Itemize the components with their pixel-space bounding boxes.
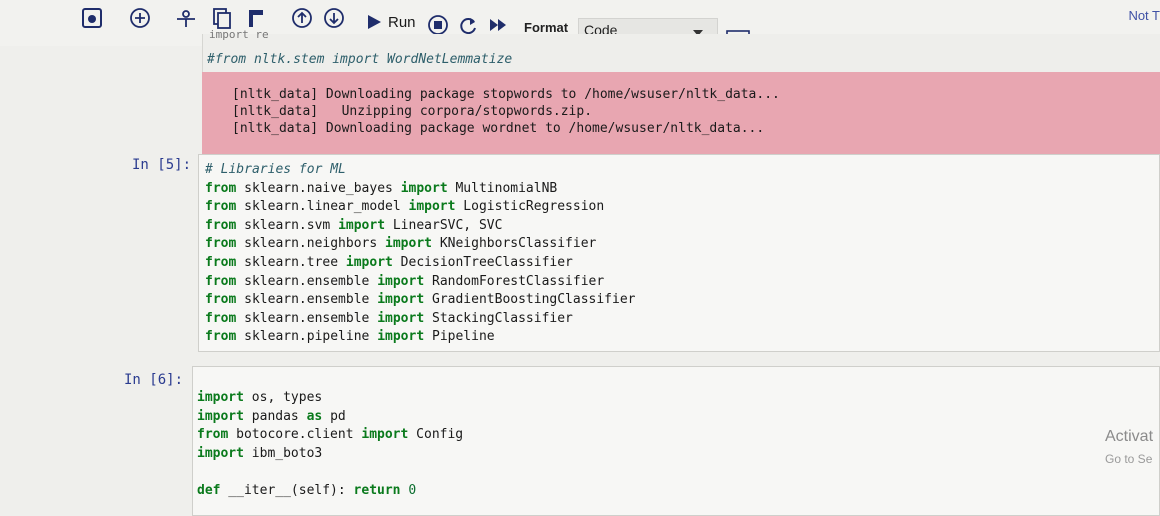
code-line: from botocore.client import Config <box>197 427 464 443</box>
cell-prompt: In [6]: <box>124 372 184 388</box>
stderr-text: [nltk_data] Downloading package stopword… <box>232 86 780 137</box>
stderr-line: [nltk_data] Unzipping corpora/stopwords.… <box>232 104 593 119</box>
trust-indicator[interactable]: Not T <box>1128 8 1160 23</box>
cell-prompt: In [5]: <box>132 157 192 173</box>
cell-5-input[interactable]: # Libraries for ML from sklearn.naive_ba… <box>198 154 1160 352</box>
code-line: import os, types <box>197 390 323 405</box>
run-icon <box>368 15 381 29</box>
code-line: from sklearn.naive_bayes import Multinom… <box>205 180 558 196</box>
stderr-line: [nltk_data] Downloading package stopword… <box>232 87 780 102</box>
save-button[interactable] <box>80 6 104 30</box>
save-icon <box>82 8 102 28</box>
restart-run-all-icon <box>490 19 506 31</box>
move-down-button[interactable] <box>322 6 346 30</box>
partial-code-line: import re <box>209 28 269 41</box>
code-line: from sklearn.pipeline import Pipeline <box>205 329 495 345</box>
cut-icon <box>177 10 195 27</box>
code-line: from sklearn.ensemble import StackingCla… <box>205 310 573 326</box>
add-cell-button[interactable] <box>128 6 152 30</box>
move-down-icon <box>324 8 344 28</box>
code-line: #from nltk.stem import WordNetLemmatize <box>207 52 513 67</box>
cell-6-input[interactable]: import os, types import pandas as pd fro… <box>192 366 1160 516</box>
cut-button[interactable] <box>174 6 198 30</box>
activation-watermark-subtitle: Go to Se <box>1105 452 1153 466</box>
stderr-line: [nltk_data] Downloading package wordnet … <box>232 121 765 136</box>
cell-5-code: # Libraries for ML from sklearn.naive_ba… <box>205 161 636 347</box>
code-line: def __iter__(self): return 0 <box>197 482 417 498</box>
previous-cell-input[interactable]: import re #from nltk.stem import WordNet… <box>202 28 1160 72</box>
add-cell-icon <box>130 8 150 28</box>
restart-icon <box>460 18 476 35</box>
code-line: from sklearn.ensemble import GradientBoo… <box>205 292 636 308</box>
run-label: Run <box>388 13 416 31</box>
activation-watermark-title: Activat <box>1105 428 1154 445</box>
run-button[interactable]: Run <box>366 10 416 34</box>
code-line: from sklearn.neighbors import KNeighbors… <box>205 236 597 252</box>
code-line: from sklearn.linear_model import Logisti… <box>205 199 605 215</box>
code-line: from sklearn.tree import DecisionTreeCla… <box>205 254 573 270</box>
format-label: Format <box>524 20 569 35</box>
code-line: import ibm_boto3 <box>197 445 323 461</box>
move-up-button[interactable] <box>290 6 314 30</box>
move-up-icon <box>292 8 312 28</box>
code-line: from sklearn.ensemble import RandomFores… <box>205 273 605 289</box>
code-line: import pandas as pd <box>197 408 346 424</box>
stderr-output: [nltk_data] Downloading package stopword… <box>202 72 1160 156</box>
code-comment: # Libraries for ML <box>205 162 346 177</box>
cell-6-code: import os, types import pandas as pd fro… <box>197 389 463 501</box>
code-line: from sklearn.svm import LinearSVC, SVC <box>205 217 503 233</box>
interrupt-icon <box>428 15 448 35</box>
